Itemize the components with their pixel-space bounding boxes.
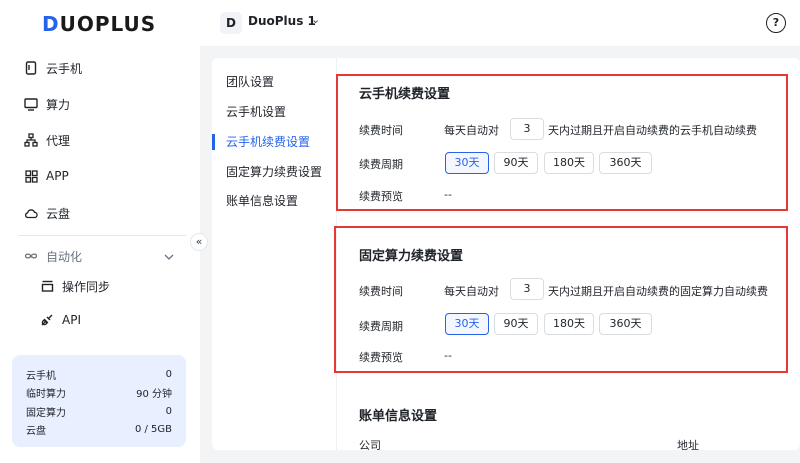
renewal-preview-label: 续费预览 (359, 351, 403, 364)
stat-label: 云手机 (26, 370, 56, 382)
sidebar-item-proxy[interactable]: 代理 (24, 129, 70, 151)
period-option-180[interactable]: 180天 (544, 313, 594, 335)
sidebar-item-sync[interactable]: 操作同步 (40, 275, 110, 297)
renewal-time-prefix: 每天自动对 (444, 124, 499, 137)
settings-nav-team[interactable]: 团队设置 (226, 73, 274, 90)
network-icon (24, 133, 38, 147)
renewal-days-input[interactable]: 3 (510, 278, 544, 300)
team-avatar[interactable]: D (220, 12, 242, 34)
stat-row: 固定算力 0 (26, 402, 172, 421)
renewal-time-label: 续费时间 (359, 285, 403, 298)
monitor-icon (24, 97, 38, 111)
stat-value: 0 (165, 405, 172, 417)
sidebar-group-label: 自动化 (46, 249, 83, 264)
stat-value: 90 分钟 (136, 389, 172, 401)
renewal-preview-value: -- (444, 349, 452, 362)
stat-value: 0 (165, 368, 172, 380)
phone-icon (24, 61, 38, 75)
renewal-preview-value: -- (444, 188, 452, 201)
sidebar-divider (18, 235, 186, 236)
usage-stats-card: 云手机 0 临时算力 90 分钟 固定算力 0 云盘 0 / 5GB (12, 355, 186, 447)
settings-nav: 团队设置 云手机设置 云手机续费设置 固定算力续费设置 账单信息设置 (212, 58, 334, 450)
settings-nav-billing-info[interactable]: 账单信息设置 (226, 192, 298, 209)
section-title: 固定算力续费设置 (359, 249, 464, 264)
sidebar-item-label: 云盘 (46, 206, 71, 221)
collapse-sidebar-button[interactable]: « (190, 233, 208, 251)
apps-grid-icon (24, 169, 38, 183)
section-title: 云手机续费设置 (359, 87, 451, 102)
sidebar-item-label: 操作同步 (62, 279, 111, 294)
stat-label: 临时算力 (26, 389, 66, 401)
period-option-30[interactable]: 30天 (445, 313, 489, 335)
renewal-period-label: 续费周期 (359, 320, 403, 333)
billing-info-section: 账单信息设置 公司 地址 (336, 388, 800, 450)
infinity-icon (24, 249, 38, 263)
stat-value: 0 / 5GB (134, 424, 172, 436)
chevron-down-icon (164, 249, 174, 263)
sidebar-item-label: 云手机 (46, 61, 83, 76)
sidebar-group-automation[interactable]: 自动化 (24, 245, 174, 267)
period-option-360[interactable]: 360天 (599, 313, 652, 335)
renewal-time-suffix: 天内过期且开启自动续费的云手机自动续费 (548, 124, 757, 137)
sidebar-item-api[interactable]: API (40, 309, 81, 331)
section-title: 账单信息设置 (359, 409, 438, 424)
chevron-down-icon[interactable]: ⌄ (311, 13, 320, 26)
settings-nav-fixed-compute-renewal[interactable]: 固定算力续费设置 (226, 163, 322, 180)
cloud-icon (24, 206, 38, 220)
help-icon[interactable]: ? (766, 13, 786, 33)
stat-row: 云手机 0 (26, 365, 172, 384)
sidebar-item-cloud-phone[interactable]: 云手机 (24, 57, 82, 79)
top-header: D DuoPlus 1 ⌄ ? (200, 0, 800, 46)
stat-row: 临时算力 90 分钟 (26, 384, 172, 403)
period-option-30[interactable]: 30天 (445, 152, 489, 174)
renewal-time-suffix: 天内过期且开启自动续费的固定算力自动续费 (548, 285, 768, 298)
api-icon (40, 313, 54, 327)
renewal-period-label: 续费周期 (359, 158, 403, 171)
active-indicator (212, 134, 215, 150)
renewal-time-label: 续费时间 (359, 124, 403, 137)
address-label: 地址 (677, 439, 699, 450)
period-option-90[interactable]: 90天 (494, 313, 538, 335)
settings-nav-cloud-phone-renewal[interactable]: 云手机续费设置 (226, 133, 310, 150)
sidebar-item-label: 代理 (46, 133, 71, 148)
sidebar-item-label: API (62, 313, 81, 327)
company-label: 公司 (359, 439, 381, 450)
renewal-time-prefix: 每天自动对 (444, 285, 499, 298)
stat-row: 云盘 0 / 5GB (26, 421, 172, 440)
settings-content: 团队设置 云手机设置 云手机续费设置 固定算力续费设置 账单信息设置 云手机续费… (212, 58, 800, 450)
duoplus-logo[interactable]: DUOPLUS (42, 12, 156, 36)
stat-label: 固定算力 (26, 407, 66, 419)
sidebar-item-compute[interactable]: 算力 (24, 93, 70, 115)
renewal-days-input[interactable]: 3 (510, 118, 544, 140)
stat-label: 云盘 (26, 426, 46, 438)
sidebar-item-label: 算力 (46, 97, 71, 112)
team-switcher[interactable]: DuoPlus 1 (248, 14, 316, 28)
sidebar-item-label: APP (46, 169, 69, 183)
period-option-180[interactable]: 180天 (544, 152, 594, 174)
period-option-360[interactable]: 360天 (599, 152, 652, 174)
sidebar-item-cloud-disk[interactable]: 云盘 (24, 202, 70, 224)
sidebar-item-app[interactable]: APP (24, 165, 69, 187)
period-option-90[interactable]: 90天 (494, 152, 538, 174)
sync-icon (40, 279, 54, 293)
fixed-compute-renewal-section: 固定算力续费设置 续费时间 每天自动对 3 天内过期且开启自动续费的固定算力自动… (334, 222, 800, 382)
renewal-preview-label: 续费预览 (359, 190, 403, 203)
settings-nav-cloud-phone[interactable]: 云手机设置 (226, 103, 286, 120)
sidebar: DUOPLUS 云手机 算力 代理 APP 云盘 自动化 操作同步 API 云手… (0, 0, 200, 463)
cloud-phone-renewal-section: 云手机续费设置 续费时间 每天自动对 3 天内过期且开启自动续费的云手机自动续费… (336, 58, 800, 218)
